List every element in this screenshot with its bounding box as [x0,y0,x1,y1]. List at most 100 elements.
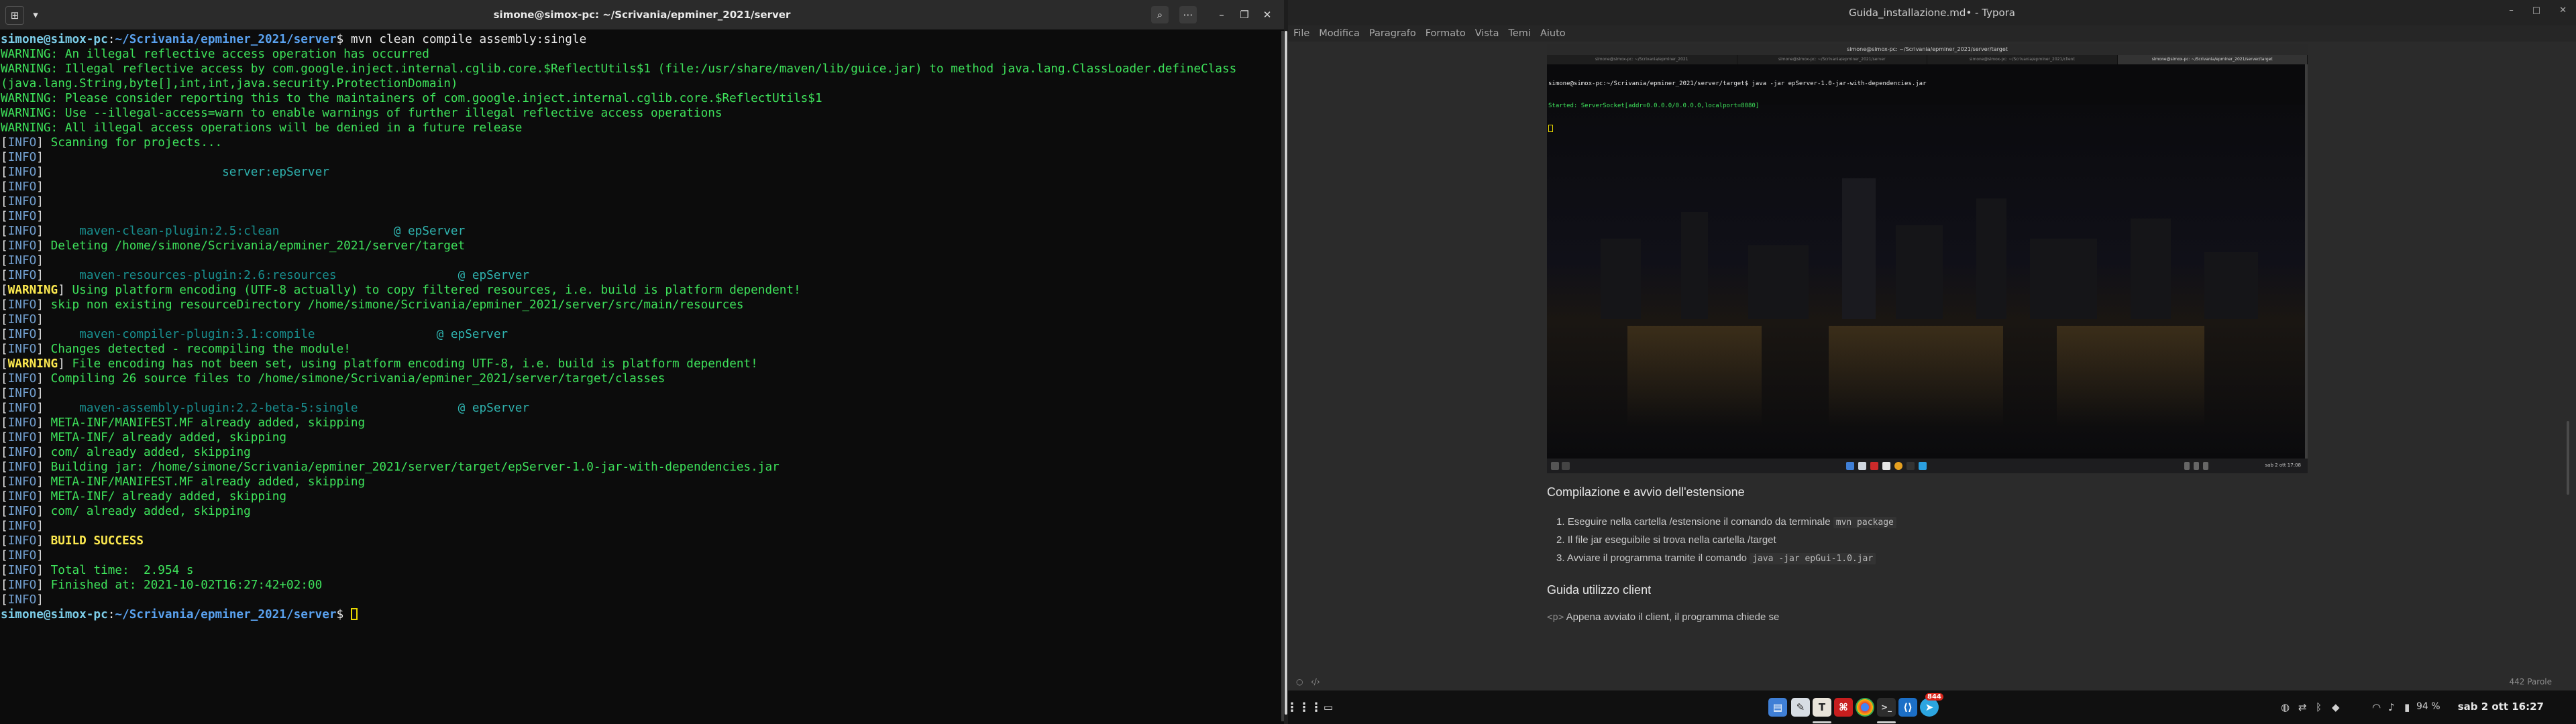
terminal-text: INFO [7,254,37,267]
screenshot-clock: sab 2 ott 17:08 [2265,463,2301,468]
terminal-text: (java.lang.String,byte[],int,int,java.se… [1,77,458,90]
restore-button[interactable]: ❐ [1236,6,1253,23]
list-number: 1. [1556,516,1565,528]
network-share-icon[interactable]: ⇄ [2298,701,2307,713]
terminal-text: INFO [7,166,37,179]
typora-window: Guida_installazione.md• - Typora – □ ✕ F… [1288,0,2576,690]
app-grid-icon[interactable]: ⋮⋮⋮ [1286,698,1322,717]
terminal-titlebar: ⊞ ▾ simone@simox-pc: ~/Scrivania/epminer… [0,0,1284,29]
terminal-text: INFO [7,343,37,356]
outline-toggle-icon[interactable]: ○ [1296,677,1303,686]
minimize-icon[interactable]: – [2509,5,2514,15]
search-button[interactable]: ⌕ [1151,6,1169,23]
terminal-icon[interactable]: >_ [1877,698,1896,717]
document-scrollbar[interactable] [2565,46,2569,669]
terminal-text: INFO [7,313,37,326]
terminal-line: [INFO] com/ already added, skipping [1,445,1275,460]
menu-formato[interactable]: Formato [1426,28,1466,39]
clock[interactable]: sab 2 ott 16:27 [2458,701,2544,713]
menu-vista[interactable]: Vista [1475,28,1499,39]
word-count[interactable]: 442 Parole [2510,677,2553,686]
workspaces-icon[interactable]: ▭ [1319,698,1338,717]
terminal-text: ] [36,239,51,253]
list-number: 3. [1556,552,1565,564]
menu-temi[interactable]: Temi [1508,28,1530,39]
vscode-icon[interactable]: ⟨⟩ [1898,698,1917,717]
terminal-text: ] [36,520,44,533]
terminal-text: [ [1,416,8,430]
close-icon[interactable]: ✕ [2559,5,2567,15]
terminal-text: INFO [7,402,37,415]
screenshot-output-line: Started: ServerSocket[addr=0.0.0.0/0.0.0… [1548,103,1760,109]
terminal-line: WARNING: Illegal reflective access by co… [1,62,1275,76]
terminal-line: [INFO] maven-resources-plugin:2.6:resour… [1,268,1275,283]
system-monitor-icon[interactable]: ◍ [2281,701,2290,713]
terminal-line: [INFO] maven-compiler-plugin:3.1:compile… [1,327,1275,342]
split-grip[interactable] [1285,31,1287,715]
terminal-text: [ [1,298,8,312]
tab-menu-dropdown[interactable]: ▾ [27,6,44,23]
notification-badge: 844 [1925,693,1943,701]
minimize-button[interactable]: – [1213,6,1230,23]
terminal-line: [INFO] META-INF/ already added, skipping [1,489,1275,504]
screenshot-titlebar: simone@simox-pc: ~/Scrivania/epminer_202… [1547,44,2308,55]
terminal-line: simone@simox-pc:~/Scrivania/epminer_2021… [1,32,1275,47]
terminal-line: [INFO] [1,209,1275,224]
terminal-text: Scanning for projects... [50,136,223,149]
terminal-line: [INFO] [1,194,1275,209]
volume-icon[interactable]: ♪ [2388,701,2395,713]
list-item: 3. Avviare il programma tramite il coman… [1556,552,1876,564]
bluetooth-icon[interactable]: ᛒ [2316,701,2322,713]
terminal-text: : [107,608,115,621]
terminal-text: [ [1,505,8,518]
terminal-text: @ epServer [436,328,508,341]
menu-button[interactable]: ⋯ [1179,6,1197,23]
terminal-text: [ [1,490,8,503]
terminal-line: [INFO] Changes detected - recompiling th… [1,342,1275,357]
menu-aiuto[interactable]: Aiuto [1540,28,1566,39]
terminal-text: ] [36,254,44,267]
terminal-text: INFO [7,136,37,149]
terminal-line: [INFO] [1,180,1275,194]
chrome-icon[interactable] [1856,698,1874,717]
terminal-text: $ [336,608,351,621]
terminal-text: ] [58,357,72,371]
terminal-text: [ [1,446,8,459]
pdf-viewer-icon[interactable]: ⌘ [1834,698,1853,717]
dropbox-icon[interactable]: ◆ [2332,701,2340,713]
terminal-text: [ [1,269,8,282]
terminal-text: maven-clean-plugin:2.5:clean [79,225,280,238]
terminal-text: INFO [7,534,37,548]
terminal-text: ] [36,593,44,607]
terminal-text: [ [1,195,8,208]
system-taskbar: ⋮⋮⋮ ▭ ▤ ✎ T ⌘ >_ ⟨⟩ ➤ 844 ◍ ⇄ ᛒ ◆ ◠ ♪ ▮ … [1286,690,2576,724]
document-editor[interactable]: simone@simox-pc: ~/Scrivania/epminer_202… [1288,42,2576,677]
close-button[interactable]: ✕ [1258,6,1276,23]
terminal-text: [ [1,225,8,238]
terminal-text: INFO [7,298,37,312]
terminal-text: INFO [7,446,37,459]
terminal-output[interactable]: simone@simox-pc:~/Scrivania/epminer_2021… [0,32,1275,723]
terminal-text: Finished at: 2021-10-02T16:27:42+02:00 [50,579,323,592]
menu-modifica[interactable]: Modifica [1319,28,1360,39]
text-editor-icon[interactable]: ✎ [1791,698,1810,717]
terminal-text: META-INF/MANIFEST.MF already added, skip… [50,416,366,430]
wifi-icon[interactable]: ◠ [2372,701,2381,713]
terminal-line: WARNING: Please consider reporting this … [1,91,1275,106]
terminal-text: ] [36,534,51,548]
menu-file[interactable]: File [1293,28,1309,39]
typora-icon[interactable]: T [1813,698,1831,717]
terminal-text: ] [36,402,80,415]
telegram-icon[interactable]: ➤ [1920,698,1939,717]
files-icon[interactable]: ▤ [1768,698,1787,717]
menu-paragrafo[interactable]: Paragrafo [1369,28,1416,39]
paragraph: <p> Appena avviato il client, il program… [1547,611,1779,623]
terminal-text: INFO [7,579,37,592]
new-tab-button[interactable]: ⊞ [5,6,24,25]
source-code-icon[interactable]: ‹/› [1311,677,1320,686]
maximize-icon[interactable]: □ [2532,5,2540,15]
battery-icon[interactable]: ▮ [2404,701,2410,713]
terminal-line: [INFO] META-INF/MANIFEST.MF already adde… [1,475,1275,489]
